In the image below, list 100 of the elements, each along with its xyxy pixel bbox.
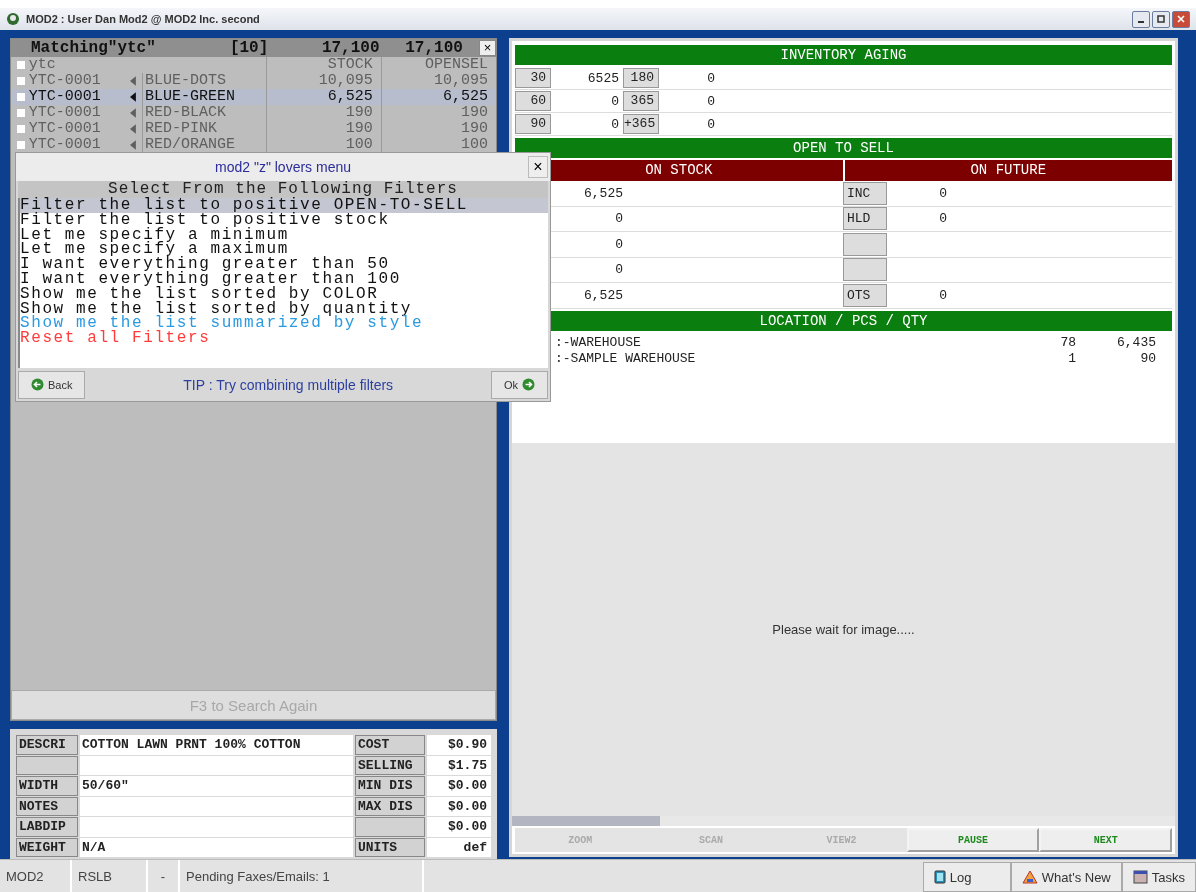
future-value: 0 — [938, 287, 947, 303]
label-cell — [355, 817, 425, 837]
field-label: UNITS — [355, 837, 425, 857]
price-value: def — [427, 837, 491, 857]
aging-qty: 0 — [610, 93, 620, 109]
pieces-count: 1 — [1067, 350, 1076, 367]
result-count: [10] — [229, 39, 270, 57]
close-button[interactable]: × — [478, 40, 496, 56]
back-button[interactable]: Back — [18, 370, 86, 399]
field-value: N/A — [80, 837, 353, 857]
checkbox[interactable] — [17, 141, 25, 149]
color-cell: RED-PINK — [141, 121, 266, 137]
checkbox[interactable] — [17, 93, 25, 101]
field-label: DESCRI — [16, 735, 78, 755]
price-value: $1.75 — [427, 755, 491, 775]
close-button[interactable] — [1172, 10, 1190, 28]
field-label: SELLING — [355, 755, 425, 775]
location-qty: 90 — [1139, 350, 1157, 367]
app-icon — [6, 12, 20, 26]
price-value: $0.00 — [427, 817, 491, 837]
open-to-sell-cell: 190 — [380, 121, 496, 137]
aging-qty: 0 — [706, 116, 716, 132]
total-stock: 17,100 — [320, 39, 380, 57]
tip-text: TIP : Try combining multiple filters — [182, 376, 395, 393]
checkbox[interactable] — [17, 109, 25, 117]
age-bucket: 365 — [623, 91, 659, 111]
filter-option[interactable]: Show me the list sorted by COLOR — [20, 286, 548, 302]
total-open-to-sell: 17,100 — [404, 39, 463, 57]
field-label: LABDIP — [16, 817, 78, 837]
loading-message: Please wait for image..... — [772, 621, 915, 637]
column-header: OPENSEL — [380, 57, 496, 73]
field-label: MAX DIS — [355, 796, 425, 816]
close-icon — [1177, 15, 1185, 23]
filter-option[interactable]: I want everything greater than 50 — [20, 257, 548, 272]
stock-value: 6,525 — [583, 287, 623, 303]
list-heading: Select From the Following Filters — [18, 181, 548, 198]
pieces-count: 78 — [1059, 334, 1076, 351]
status-field: Pending Faxes/Emails: 1 — [180, 860, 424, 892]
field-label: COST — [355, 735, 425, 755]
stock-cell: 6,525 — [265, 89, 381, 105]
aging-qty: 6525 — [586, 70, 620, 86]
aging-qty: 0 — [706, 70, 716, 86]
column-header: ON FUTURE — [844, 160, 1172, 181]
filter-option[interactable]: I want everything greater than 100 — [20, 272, 548, 287]
stock-cell: 190 — [265, 121, 381, 137]
filter-option[interactable]: Filter the list to positive stock — [20, 212, 548, 228]
aging-qty: 0 — [610, 116, 620, 132]
filter-option[interactable]: Reset all Filters — [20, 331, 548, 346]
taskbar-button[interactable]: Tasks — [1121, 862, 1196, 892]
checkbox[interactable] — [17, 61, 25, 69]
field-label: MIN DIS — [355, 776, 425, 796]
scrollbar[interactable] — [512, 816, 1175, 826]
stock-value: 0 — [614, 262, 623, 278]
location-name: :-SAMPLE WAREHOUSE — [555, 350, 697, 367]
list-row[interactable]: YTC-0001 BLUE-GREEN 6,525 6,525 — [11, 89, 496, 105]
warning-icon — [1021, 870, 1038, 884]
color-cell: RED-BLACK — [141, 105, 266, 121]
section-header: INVENTORY AGING — [515, 45, 1172, 65]
field-label: WEIGHT — [16, 837, 78, 857]
price-value: $0.00 — [427, 796, 491, 816]
window-title: MOD2 : User Dan Mod2 @ MOD2 Inc. second — [26, 13, 260, 25]
field-value: COTTON LAWN PRNT 100% COTTON — [80, 735, 353, 755]
taskbar-button[interactable]: Log — [922, 862, 1011, 892]
future-label: OTS — [843, 283, 887, 307]
style-cell-text: YTC-0001 — [28, 89, 102, 105]
future-value: 0 — [938, 211, 947, 227]
field-label: NOTES — [16, 796, 78, 816]
section-header: OPEN TO SELL — [515, 138, 1172, 158]
filter-option[interactable]: Filter the list to positive OPEN-TO-SELL — [20, 198, 548, 213]
calendar-icon — [1132, 870, 1148, 884]
age-bucket: 180 — [623, 68, 659, 88]
scroll-thumb[interactable] — [512, 816, 660, 826]
field-label: WIDTH — [16, 776, 78, 796]
stock-cell: 190 — [265, 105, 381, 121]
minimize-button[interactable] — [1132, 10, 1150, 28]
taskbar-button[interactable]: What's New — [1010, 862, 1122, 892]
aging-qty: 0 — [706, 93, 716, 109]
column-header: ytc — [28, 57, 57, 73]
list-row[interactable]: YTC-0001 RED-BLACK 190 190 — [11, 105, 496, 121]
age-bucket: 90 — [515, 114, 551, 134]
status-field: - — [148, 860, 180, 892]
checkbox[interactable] — [17, 77, 25, 85]
list-row[interactable]: YTC-0001 RED-PINK 190 190 — [11, 121, 496, 137]
field-value: 50/60" — [80, 776, 353, 796]
age-bucket: 60 — [515, 91, 551, 111]
ok-button[interactable]: Ok — [490, 370, 548, 399]
status-field: RSLB — [72, 860, 148, 892]
maximize-button[interactable] — [1152, 10, 1170, 28]
future-label: INC — [843, 181, 887, 205]
stock-value: 6,525 — [583, 185, 623, 201]
close-button[interactable]: × — [528, 156, 548, 178]
age-bucket: +365 — [623, 114, 659, 134]
label-cell — [16, 755, 78, 775]
style-cell-text: YTC-0001 — [28, 137, 102, 153]
viewer-button[interactable]: PAUSE — [906, 828, 1040, 852]
stock-value: 0 — [614, 236, 623, 252]
status-field: MOD2 — [0, 860, 72, 892]
viewer-button[interactable]: NEXT — [1039, 828, 1172, 852]
checkbox[interactable] — [17, 125, 25, 133]
maximize-icon — [1157, 15, 1165, 23]
